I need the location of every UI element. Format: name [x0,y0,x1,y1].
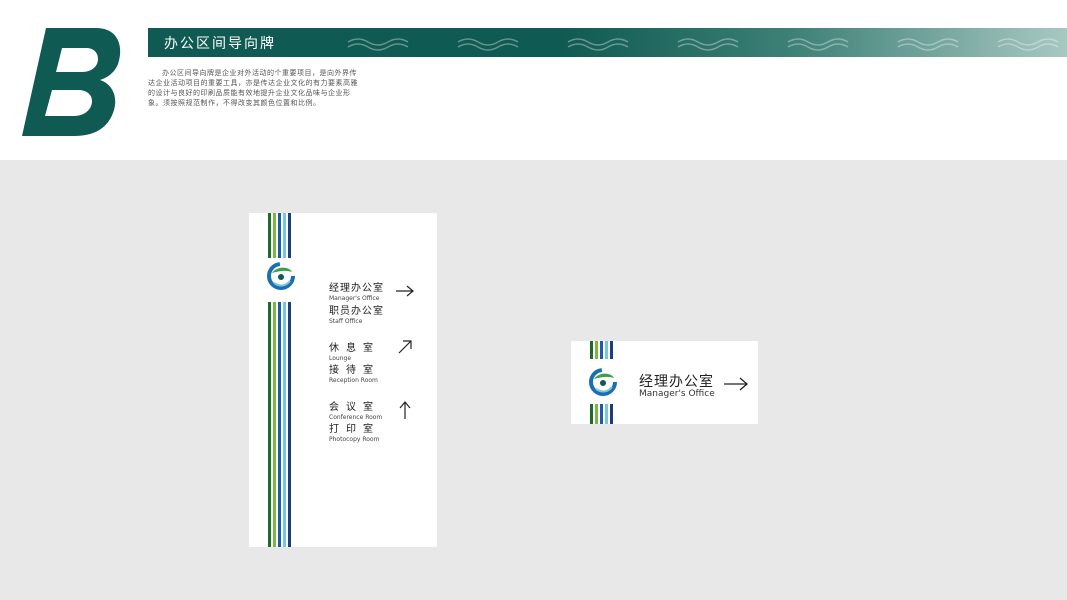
directory-entry: 休息室 Lounge [329,343,380,363]
directory-entry: 打印室 Photocopy Room [329,424,380,444]
directory-entry: 经理办公室 Manager's Office [329,283,384,303]
directory-entry: 职员办公室 Staff Office [329,306,384,326]
room-name-cn: 接待室 [329,365,380,376]
room-name-en: Manager's Office [639,389,715,399]
door-sign: 经理办公室 Manager's Office [571,341,758,424]
room-name-en: Staff Office [329,318,363,325]
arrow-up-icon [399,401,411,419]
room-name-cn: 经理办公室 [329,283,384,294]
company-logo-icon [589,368,617,396]
stripe-group-top [268,213,293,258]
room-name-en: Lounge [329,355,352,362]
intro-text: 办公区间导向牌是企业对外活动的个重要项目，是向外界传达企业活动项目的重要工具，亦… [148,69,358,107]
room-name-en: Manager's Office [329,295,380,302]
arrow-right-icon [396,285,414,297]
room-name-cn: 休息室 [329,343,380,354]
room-name-cn: 职员办公室 [329,306,384,317]
page-title: 办公区间导向牌 [164,36,276,52]
header-section: 办公区间导向牌 办公区间导向牌是企业对外活动的个重要项目，是向外界传达企业活动项… [0,0,1067,160]
arrow-right-icon [724,377,748,391]
room-name-en: Reception Room [329,377,378,384]
room-name-cn: 经理办公室 [639,374,714,390]
room-name-en: Photocopy Room [329,436,380,443]
wave-decoration-icon [347,38,1059,51]
vertical-directory-sign: 经理办公室 Manager's Office 职员办公室 Staff Offic… [249,213,437,547]
stripe-group-bottom [268,302,293,547]
room-name-en: Conference Room [329,414,383,421]
directory-entry: 接待室 Reception Room [329,365,380,385]
arrow-up-right-icon [398,340,412,354]
stripe-group-bottom [590,404,615,424]
room-name-cn: 会议室 [329,402,380,413]
room-name-cn: 打印室 [329,424,380,435]
section-letter-logo [22,28,121,136]
directory-entry: 会议室 Conference Room [329,402,382,422]
title-bar: 办公区间导向牌 [148,28,1067,57]
company-logo-icon [267,262,295,290]
stripe-group-top [590,341,615,359]
